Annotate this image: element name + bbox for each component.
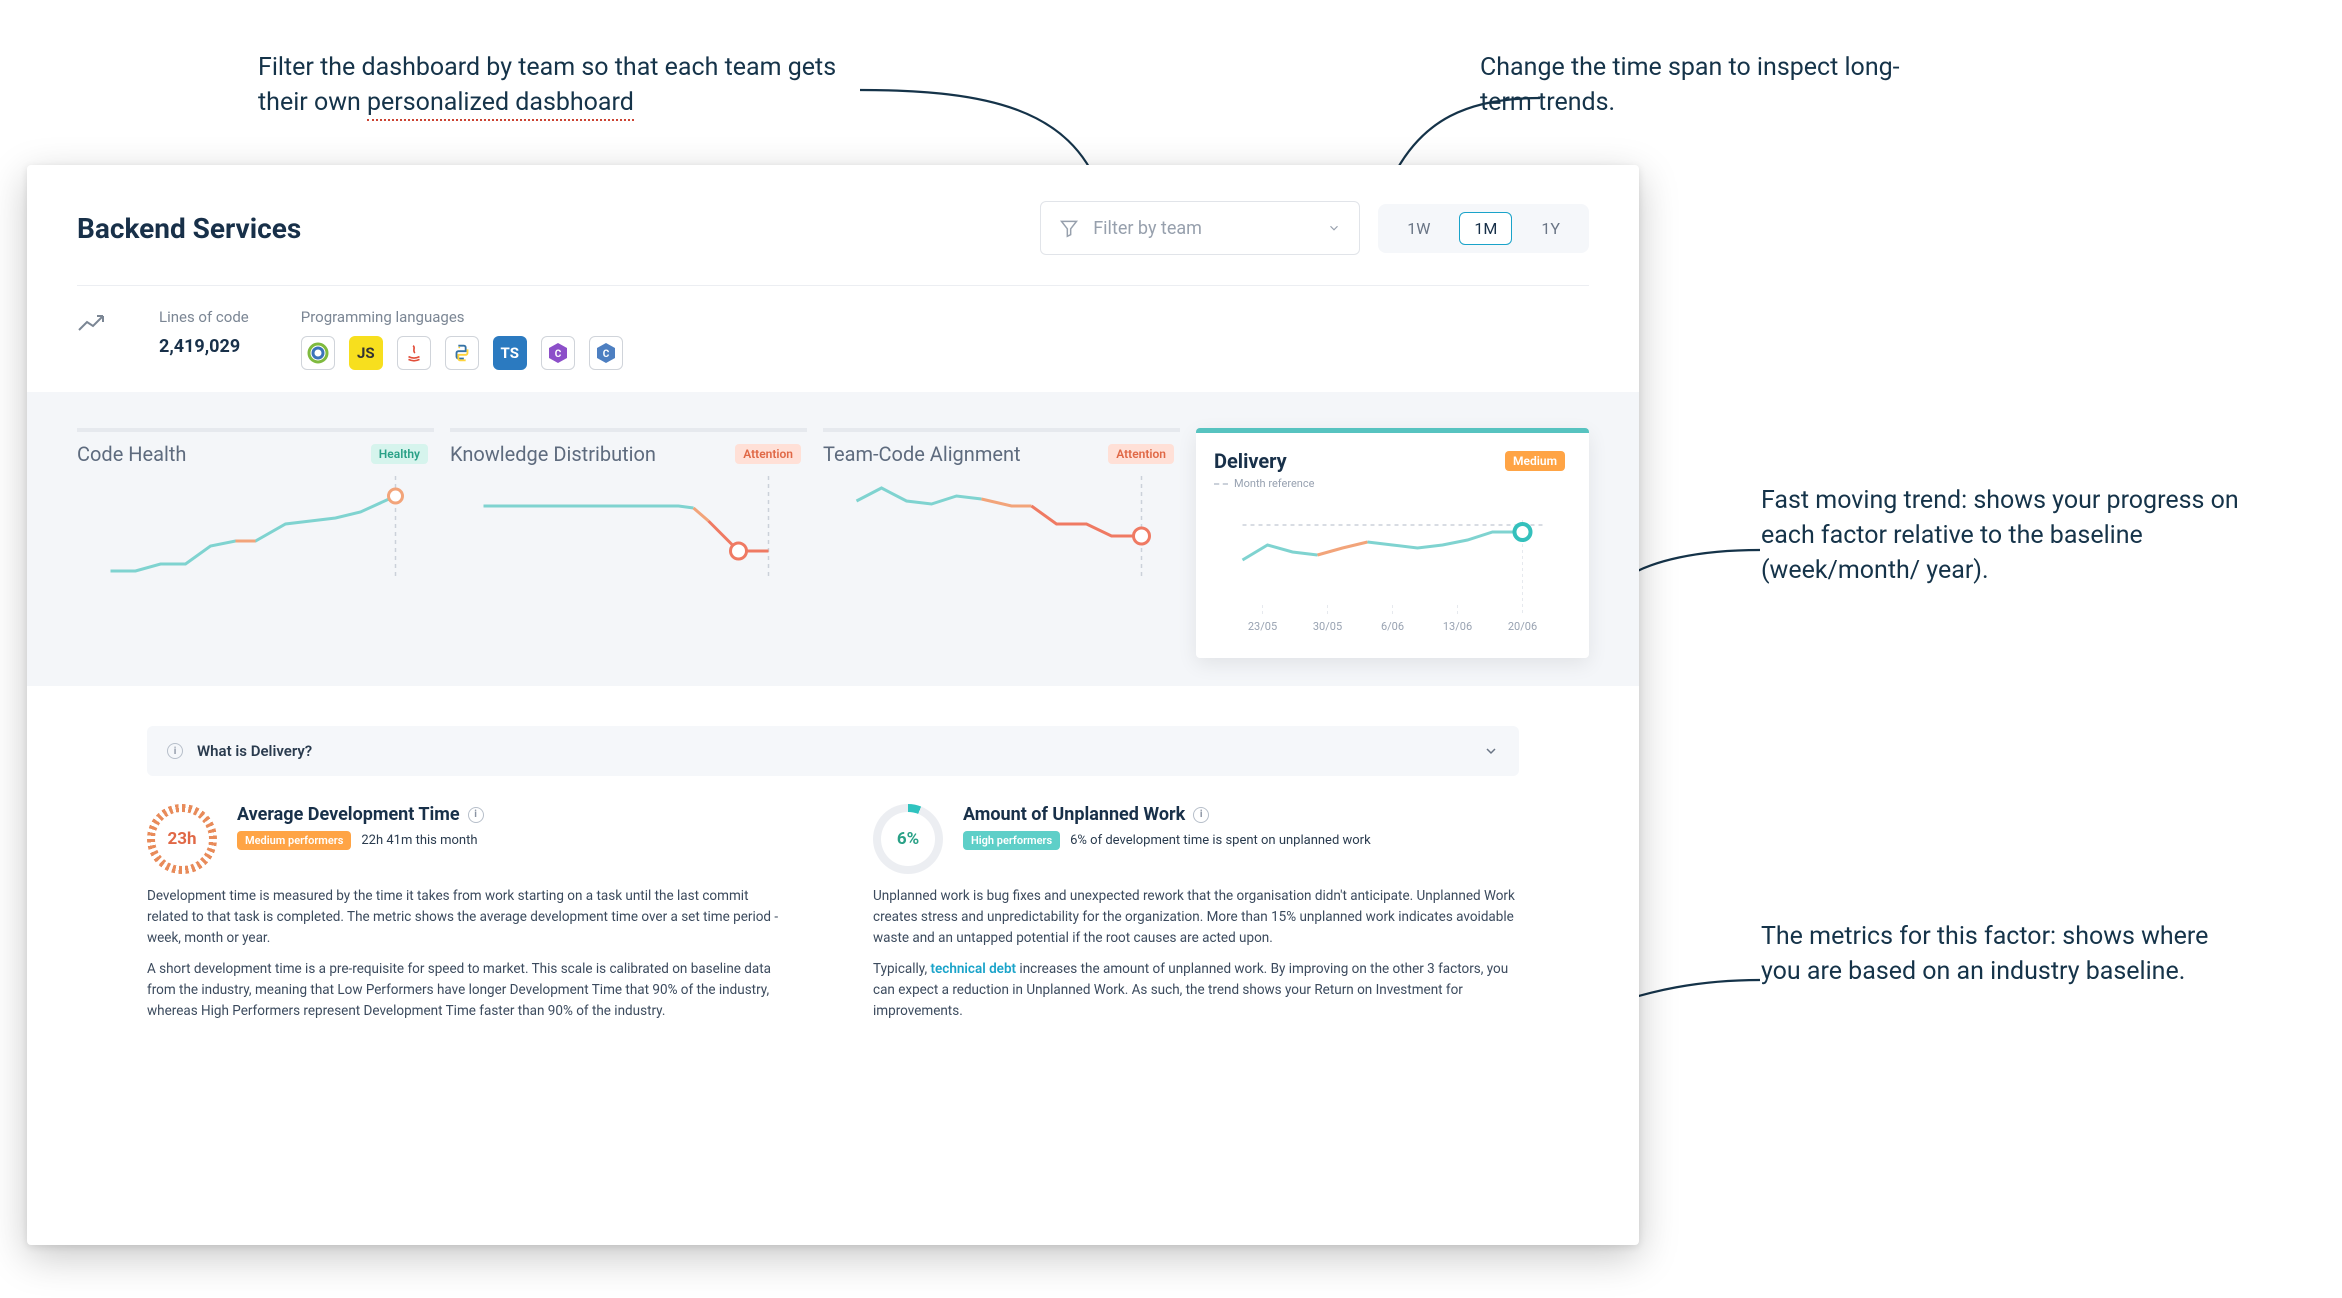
- metric-unplanned-work: 6% Amount of Unplanned Work i High perfo…: [873, 804, 1519, 1032]
- tile-title: Code Health: [77, 442, 186, 466]
- metric-title: Average Development Time i: [237, 804, 484, 825]
- delivery-chart: 23/05 30/05 6/06 13/06 20/06: [1214, 490, 1571, 640]
- annotation-trend: Fast moving trend: shows your progress o…: [1761, 483, 2241, 588]
- tile-title: Delivery: [1214, 449, 1287, 473]
- lang-python-icon: [445, 336, 479, 370]
- sparkline: [450, 466, 807, 586]
- metric-paragraph: Unplanned work is bug fixes and unexpect…: [873, 886, 1519, 949]
- factor-tiles: Code Health Healthy Knowledge Distributi…: [27, 392, 1639, 686]
- status-badge: Attention: [735, 444, 801, 464]
- info-icon: i: [167, 743, 183, 759]
- what-is-delivery-accordion[interactable]: i What is Delivery?: [147, 726, 1519, 776]
- tile-delivery[interactable]: Delivery Medium Month reference 23/05: [1196, 428, 1589, 658]
- svg-text:C: C: [554, 349, 561, 360]
- summary-languages: Programming languages JS TS C C: [301, 308, 623, 370]
- status-badge: Attention: [1108, 444, 1174, 464]
- chevron-down-icon: [1483, 743, 1499, 759]
- svg-text:23/05: 23/05: [1248, 620, 1277, 633]
- timespan-1y[interactable]: 1Y: [1526, 212, 1575, 245]
- tile-title: Team-Code Alignment: [823, 442, 1021, 466]
- timespan-toggle: 1W 1M 1Y: [1378, 204, 1589, 253]
- status-badge: Medium: [1505, 451, 1565, 471]
- tile-team-code-alignment[interactable]: Team-Code Alignment Attention: [823, 428, 1180, 658]
- tile-knowledge-distribution[interactable]: Knowledge Distribution Attention: [450, 428, 807, 658]
- annotation-filter: Filter the dashboard by team so that eac…: [258, 50, 858, 120]
- gauge-avg-dev-time: 23h: [147, 804, 217, 874]
- filter-by-team[interactable]: Filter by team: [1040, 201, 1360, 255]
- svg-text:13/06: 13/06: [1443, 620, 1472, 633]
- tile-title: Knowledge Distribution: [450, 442, 656, 466]
- metric-subtext: 6% of development time is spent on unpla…: [1070, 833, 1371, 848]
- chevron-down-icon: [1327, 221, 1341, 235]
- month-reference-legend: Month reference: [1214, 477, 1571, 490]
- loc-value: 2,419,029: [159, 336, 249, 357]
- technical-debt-link[interactable]: technical debt: [931, 961, 1017, 977]
- metric-title: Amount of Unplanned Work i: [963, 804, 1371, 825]
- summary-lines-of-code: Lines of code 2,419,029: [159, 308, 249, 357]
- funnel-icon: [1059, 218, 1079, 238]
- delivery-details: i What is Delivery? 23h Average Developm…: [27, 686, 1639, 1032]
- annotation-timespan: Change the time span to inspect long-ter…: [1480, 50, 1900, 120]
- page-title: Backend Services: [77, 212, 301, 245]
- svg-text:C: C: [602, 349, 609, 360]
- lang-csharp-icon: C: [541, 336, 575, 370]
- trend-up-icon: [77, 312, 107, 334]
- lang-java-icon: [397, 336, 431, 370]
- metric-paragraph: Development time is measured by the time…: [147, 886, 793, 949]
- metric-paragraph: Typically, technical debt increases the …: [873, 959, 1519, 1022]
- sparkline: [77, 466, 434, 586]
- filter-placeholder: Filter by team: [1093, 218, 1202, 239]
- lang-clojure-icon: [301, 336, 335, 370]
- loc-label: Lines of code: [159, 308, 249, 326]
- performance-badge: High performers: [963, 831, 1060, 850]
- languages-label: Programming languages: [301, 308, 623, 326]
- metric-average-dev-time: 23h Average Development Time i Medium pe…: [147, 804, 793, 1032]
- dashboard-header: Backend Services Filter by team 1W 1M 1Y: [27, 165, 1639, 255]
- metric-paragraph: A short development time is a pre-requis…: [147, 959, 793, 1022]
- performance-badge: Medium performers: [237, 831, 351, 850]
- accordion-label: What is Delivery?: [197, 742, 312, 760]
- lang-typescript-icon: TS: [493, 336, 527, 370]
- tile-code-health[interactable]: Code Health Healthy: [77, 428, 434, 658]
- gauge-unplanned-work: 6%: [873, 804, 943, 874]
- sparkline: [823, 466, 1180, 586]
- svg-text:20/06: 20/06: [1508, 620, 1537, 633]
- lang-cpp-icon: C: [589, 336, 623, 370]
- info-icon[interactable]: i: [1193, 807, 1209, 823]
- info-icon[interactable]: i: [468, 807, 484, 823]
- timespan-1w[interactable]: 1W: [1392, 212, 1445, 245]
- svg-text:30/05: 30/05: [1313, 620, 1342, 633]
- annotation-metrics: The metrics for this factor: shows where…: [1761, 919, 2241, 989]
- dashboard-card: Backend Services Filter by team 1W 1M 1Y…: [27, 165, 1639, 1245]
- metric-subtext: 22h 41m this month: [361, 833, 477, 848]
- svg-text:6/06: 6/06: [1381, 620, 1404, 633]
- timespan-1m[interactable]: 1M: [1459, 212, 1512, 245]
- summary-row: Lines of code 2,419,029 Programming lang…: [27, 286, 1639, 392]
- status-badge: Healthy: [371, 444, 428, 464]
- lang-javascript-icon: JS: [349, 336, 383, 370]
